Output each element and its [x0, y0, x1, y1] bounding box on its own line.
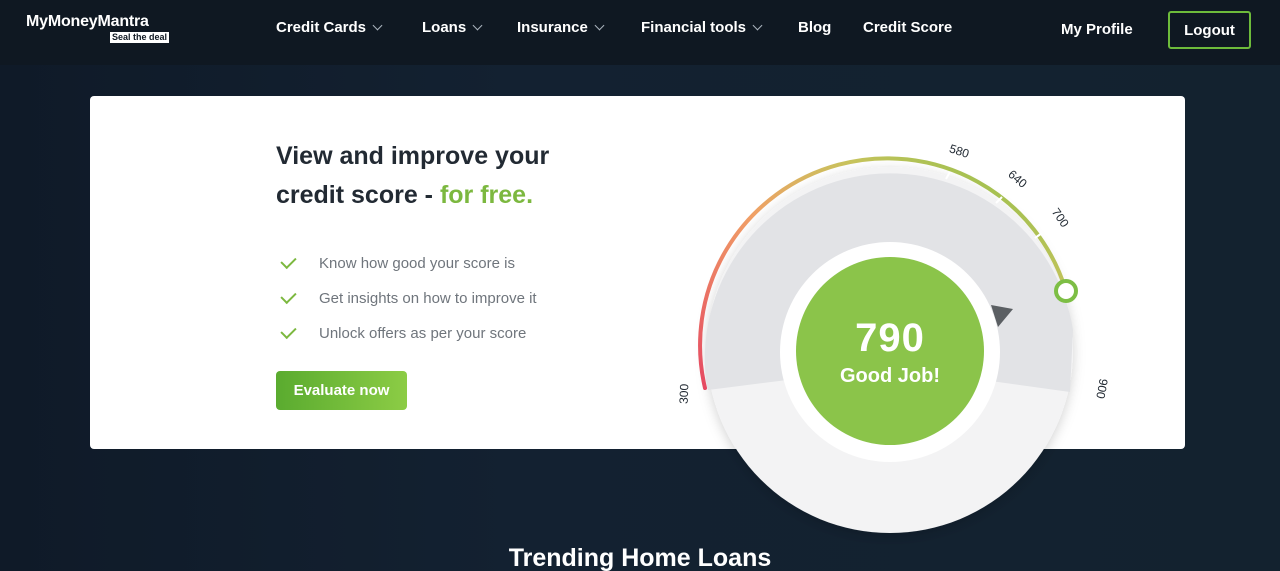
trending-section-title: Trending Home Loans: [508, 544, 772, 571]
tick-label: 640: [1005, 167, 1030, 191]
gauge-marker: [1054, 279, 1078, 303]
tick-label: 300: [677, 383, 692, 404]
credit-score-gauge: 300 580 640 700 900: [677, 141, 1111, 533]
score-badge: 790 Good Job!: [796, 257, 984, 445]
score-verdict: Good Job!: [840, 364, 940, 387]
tick-label: 580: [948, 141, 972, 161]
tick-label: 700: [1049, 205, 1072, 230]
tick-label: 900: [1093, 378, 1110, 400]
score-value: 790: [855, 315, 925, 360]
